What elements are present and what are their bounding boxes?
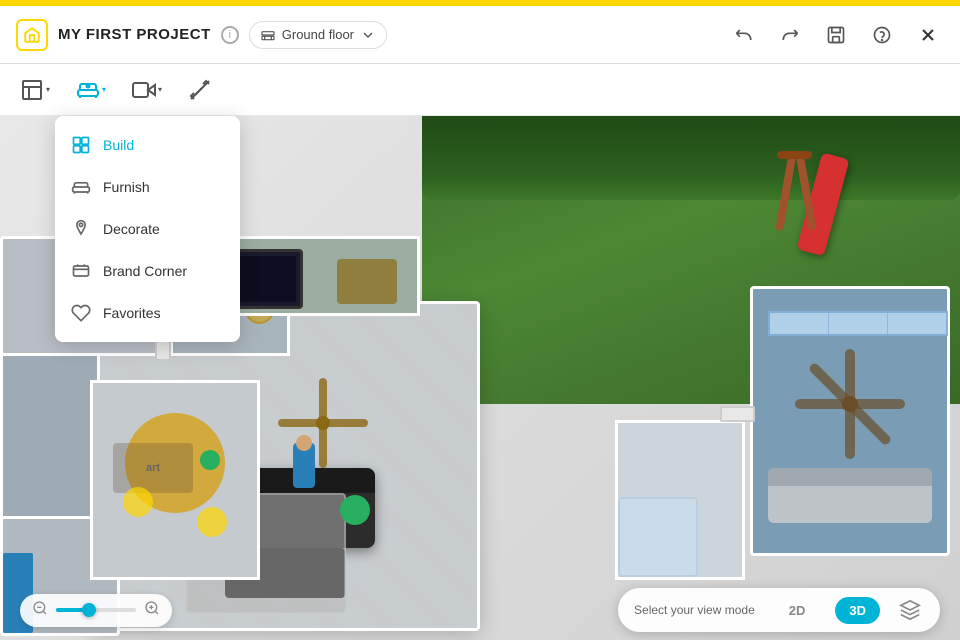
view-mode-3d[interactable]: 3D	[835, 597, 880, 624]
favorites-label: Favorites	[103, 305, 161, 321]
home-icon[interactable]	[16, 19, 48, 51]
fan-blade-v	[319, 378, 327, 468]
toolbar: ▾ ▾ ▾	[0, 64, 960, 116]
dropdown-menu: Build Furnish Decorate	[55, 116, 240, 342]
zoom-out-icon[interactable]	[32, 600, 48, 621]
furnish-icon	[71, 177, 91, 197]
furnish-arrow: ▾	[102, 85, 112, 95]
menu-item-build[interactable]: Build	[55, 124, 240, 166]
zoom-slider[interactable]	[56, 608, 136, 612]
menu-item-decorate[interactable]: Decorate	[55, 208, 240, 250]
help-button[interactable]	[866, 19, 898, 51]
view-mode-2d[interactable]: 2D	[775, 597, 820, 624]
measure-tool[interactable]	[178, 72, 222, 108]
undo-button[interactable]	[728, 19, 760, 51]
fan2-blades-diag	[772, 326, 928, 482]
zoom-control	[20, 594, 172, 627]
decorate-icon	[71, 219, 91, 239]
shower-enclosure	[618, 497, 698, 577]
floorplan-tool[interactable]: ▾	[10, 72, 66, 108]
menu-item-brand-corner[interactable]: Brand Corner	[55, 250, 240, 292]
light-fixture-2	[197, 507, 227, 537]
save-button[interactable]	[820, 19, 852, 51]
decorate-label: Decorate	[103, 221, 160, 237]
ceiling-fan	[278, 378, 368, 468]
menu-item-favorites[interactable]: Favorites	[55, 292, 240, 334]
accent-bar	[0, 0, 960, 6]
plant	[340, 495, 370, 525]
hedge-border	[422, 116, 960, 200]
swing-top-bar	[777, 151, 812, 159]
brand-corner-label: Brand Corner	[103, 263, 187, 279]
fan2-blade-d1	[808, 362, 893, 447]
view-mode-dollhouse[interactable]	[896, 596, 924, 624]
left-room-top	[0, 336, 100, 536]
light-fixture-1	[123, 487, 153, 517]
build-icon	[71, 135, 91, 155]
header-left: MY FIRST PROJECT i Ground floor	[16, 19, 728, 51]
dining-area: art	[90, 380, 260, 580]
right-room-fan	[795, 349, 905, 459]
camera-tool[interactable]: ▾	[122, 72, 178, 108]
view-mode-label: Select your view mode	[634, 603, 755, 617]
kitchen-area	[615, 420, 745, 580]
redo-button[interactable]	[774, 19, 806, 51]
blue-room-windows	[768, 311, 948, 336]
wall-art: art	[113, 443, 193, 493]
info-icon[interactable]: i	[221, 26, 239, 44]
window-pane-2	[829, 313, 888, 334]
floorplan-arrow: ▾	[46, 85, 56, 95]
floor-label: Ground floor	[282, 27, 354, 42]
camera-arrow: ▾	[158, 85, 168, 95]
header-right	[728, 19, 944, 51]
close-button[interactable]	[912, 19, 944, 51]
right-sofa-back	[768, 468, 932, 486]
floor-selector[interactable]: Ground floor	[249, 21, 387, 49]
door-2	[720, 406, 755, 422]
zoom-in-icon[interactable]	[144, 600, 160, 621]
bottom-bar: Select your view mode 2D 3D	[0, 580, 960, 640]
project-title: MY FIRST PROJECT	[58, 26, 211, 43]
favorites-icon	[71, 303, 91, 323]
build-label: Build	[103, 137, 134, 153]
window-pane-1	[770, 313, 829, 334]
dining-table-small	[337, 259, 397, 304]
window-pane-3	[888, 313, 946, 334]
brand-corner-icon	[71, 261, 91, 281]
menu-item-furnish[interactable]: Furnish	[55, 166, 240, 208]
furnish-label: Furnish	[103, 179, 150, 195]
right-sofa	[768, 468, 932, 523]
view-mode-selector: Select your view mode 2D 3D	[618, 588, 940, 632]
header: MY FIRST PROJECT i Ground floor	[0, 6, 960, 64]
plant-2	[200, 450, 220, 470]
furnish-tool[interactable]: ▾	[66, 72, 122, 108]
